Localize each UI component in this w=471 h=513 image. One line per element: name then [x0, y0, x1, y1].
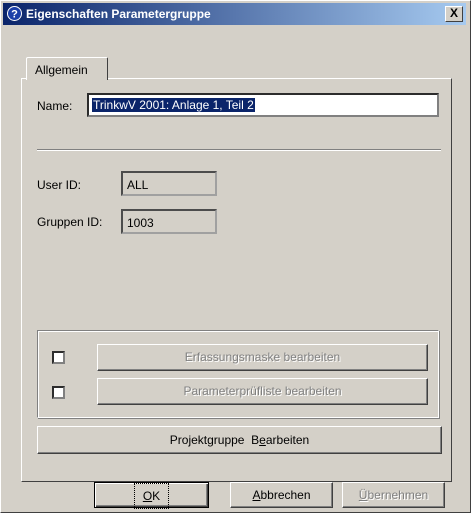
projektgruppe-prefix: Projektgruppe B [169, 433, 260, 447]
name-label: Name: [37, 99, 73, 113]
uebernehmen-button[interactable]: Übernehmen [342, 482, 445, 508]
gruppen-id-value: 1003 [127, 216, 154, 230]
erfassungsmaske-button-label: Erfassungsmaske bearbeiten [184, 350, 341, 364]
tab-panel [21, 78, 452, 482]
user-id-value: ALL [127, 178, 149, 192]
close-button[interactable]: X [445, 6, 463, 22]
uebernehmen-rest: bernehmen [367, 488, 429, 502]
separator [37, 149, 441, 151]
name-input[interactable]: TrinkwV 2001: Anlage 1, Teil 2 [87, 93, 439, 117]
name-input-value: TrinkwV 2001: Anlage 1, Teil 2 [92, 98, 255, 112]
user-id-field: ALL [121, 171, 217, 196]
abbrechen-rest: bbrechen [260, 488, 311, 502]
parameterpruefliste-checkbox[interactable] [52, 386, 65, 399]
user-id-label: User ID: [37, 178, 82, 192]
erfassungsmaske-checkbox[interactable] [52, 351, 65, 364]
help-question-icon: ? [7, 6, 22, 21]
svg-text:?: ? [11, 9, 18, 21]
projektgruppe-bearbeiten-button[interactable]: Projektgruppe Bearbeiten [37, 426, 442, 454]
parameterpruefliste-button-label: Parameterprüfliste bearbeiten [183, 384, 342, 398]
projektgruppe-suffix: arbeiten [265, 433, 310, 447]
projektgruppe-accel: e [259, 433, 266, 447]
ok-button[interactable]: OK [94, 482, 209, 509]
ok-accel: O [142, 489, 153, 503]
erfassungsmaske-button[interactable]: Erfassungsmaske bearbeiten [97, 344, 428, 371]
parameterpruefliste-button[interactable]: Parameterprüfliste bearbeiten [97, 378, 428, 405]
abbrechen-button[interactable]: Abbrechen [230, 482, 333, 508]
tab-label: Allgemein [35, 63, 88, 77]
gruppen-id-field: 1003 [121, 209, 217, 234]
title-bar[interactable]: ? Eigenschaften Parametergruppe X [3, 3, 466, 25]
gruppen-id-label: Gruppen ID: [37, 215, 103, 229]
tab-allgemein[interactable]: Allgemein [26, 57, 108, 80]
window-title: Eigenschaften Parametergruppe [26, 7, 211, 21]
ok-rest: K [152, 489, 161, 503]
dialog-window: ? Eigenschaften Parametergruppe X Allgem… [0, 0, 471, 513]
close-icon: X [449, 6, 458, 20]
ok-focus: OK [133, 483, 170, 509]
